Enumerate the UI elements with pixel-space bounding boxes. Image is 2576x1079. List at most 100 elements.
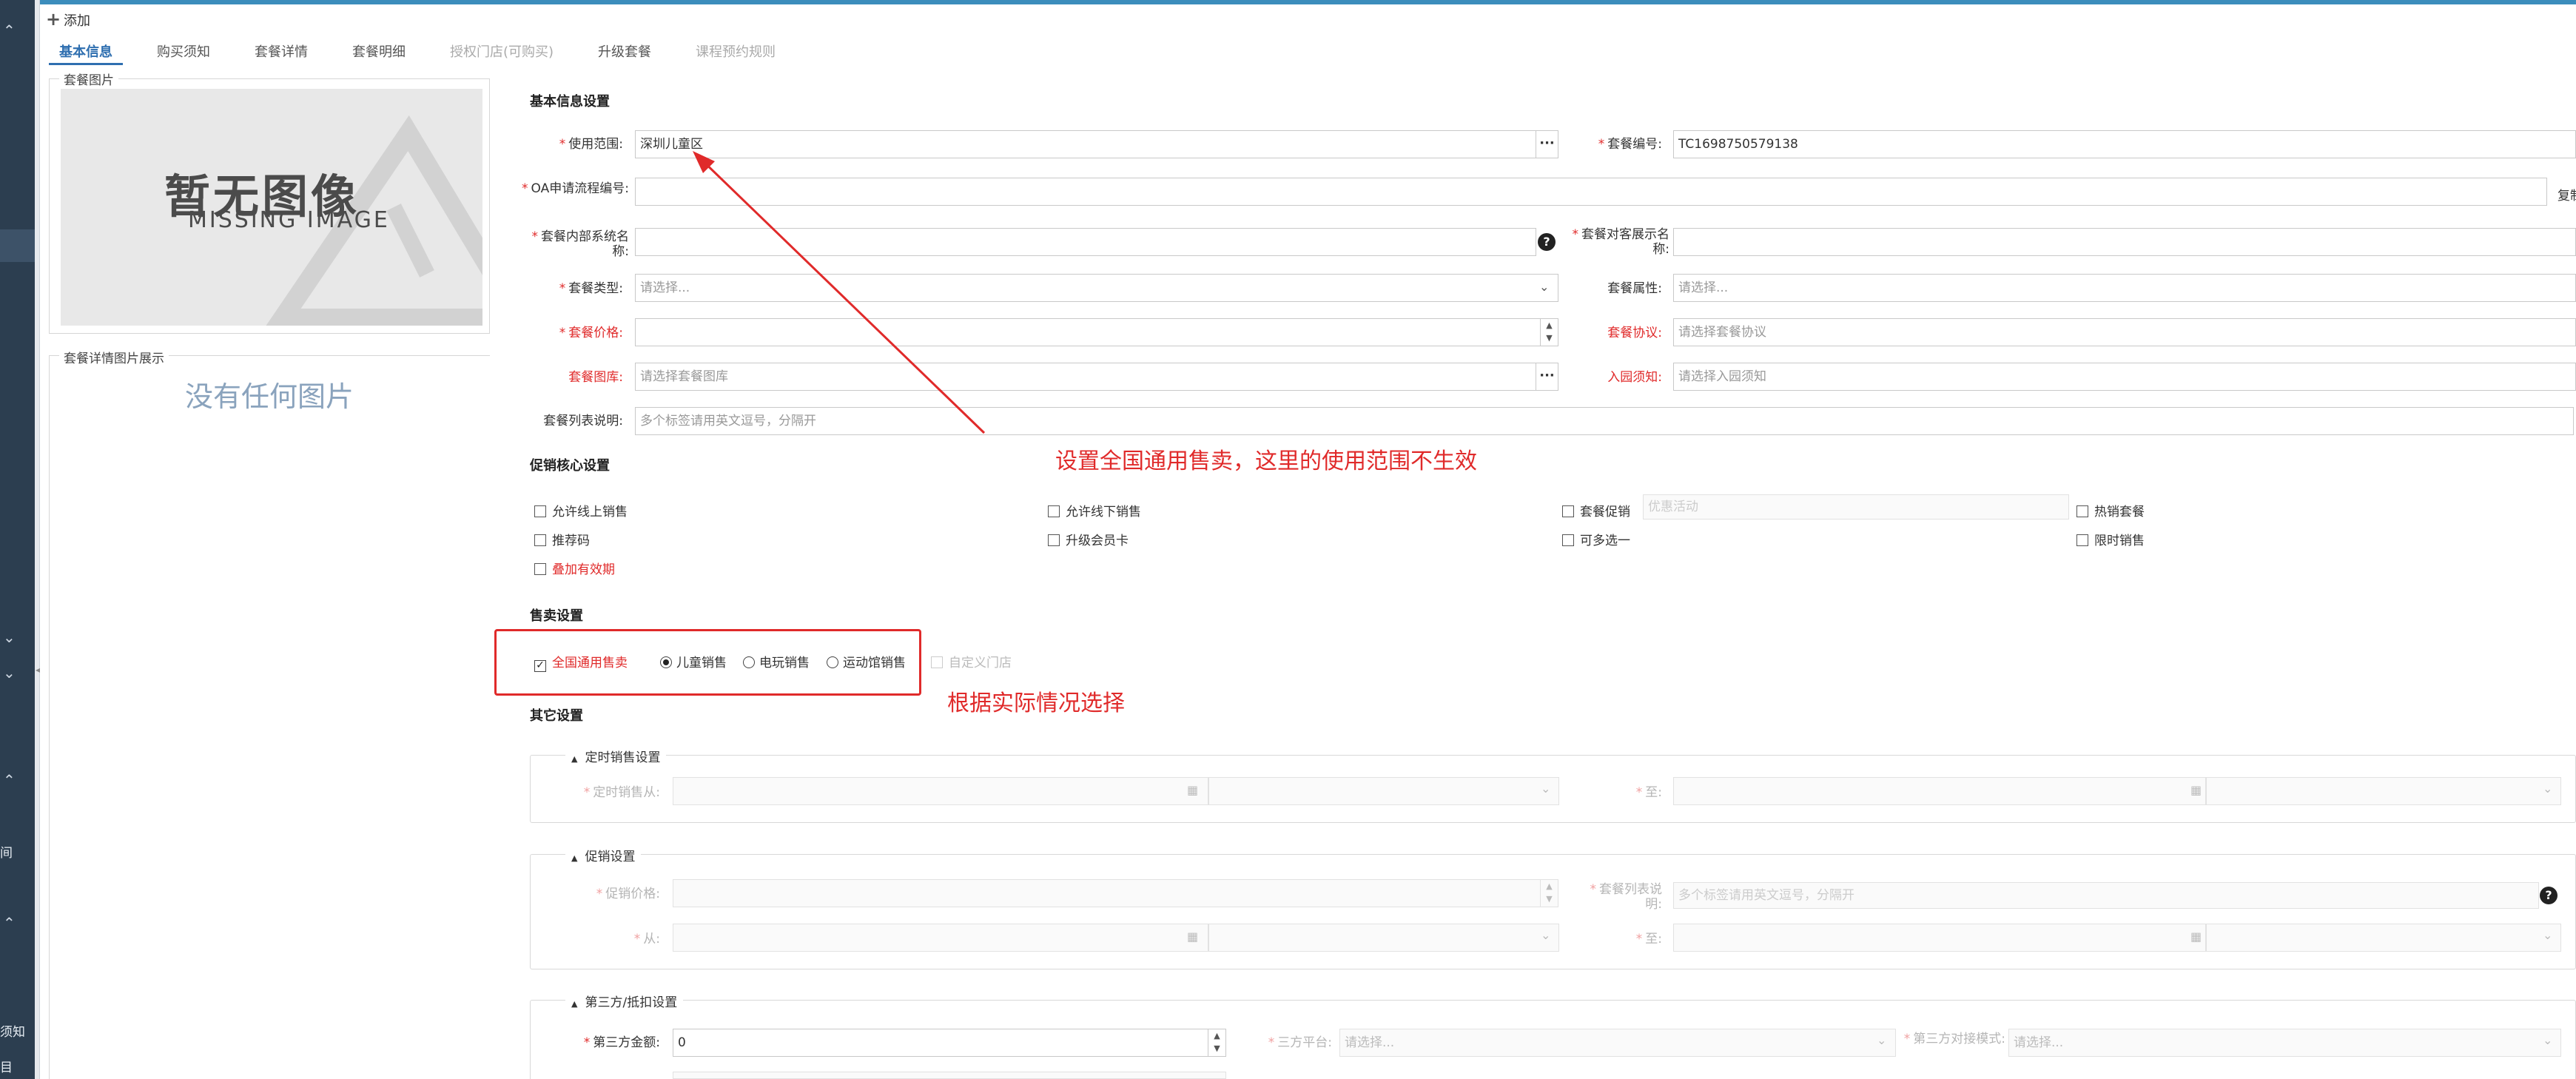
plus-icon: + [46,9,61,30]
chevron-down-icon[interactable]: ⌄ [1541,928,1550,942]
third-mode-label: * 第三方对接模式: [1903,1032,2005,1046]
tab-upgrade-package[interactable]: 升级套餐 [588,40,662,65]
package-image-label: 套餐图片 [59,70,118,88]
chevron-down-icon[interactable]: ⌄ [3,665,16,680]
tab-purchase-notice[interactable]: 购买须知 [147,40,221,65]
help-icon[interactable]: ? [2540,887,2557,904]
promo-core-title: 促销核心设置 [530,458,610,474]
chevron-up-icon[interactable]: ⌃ [3,915,16,930]
third-platform-select[interactable]: 请选择... [1339,1029,1896,1057]
third-amount-label: * 第三方金额: [583,1035,660,1050]
calendar-icon[interactable]: ▦ [1187,783,1198,797]
checkbox-package-promo[interactable]: 套餐促销 [1562,501,1630,520]
timed-from-label: * 定时销售从: [583,785,660,800]
attr-select[interactable]: 请选择... [1673,274,2576,302]
rail-text[interactable]: 间 [0,842,13,861]
checkbox-stack-validity[interactable]: 叠加有效期 [534,559,615,577]
radio-sports-sale[interactable]: 运动馆销售 [827,652,906,670]
annotation-note-choose: 根据实际情况选择 [947,690,1125,716]
scope-more-button[interactable]: ··· [1536,130,1558,158]
timed-to-date[interactable] [1673,777,2206,805]
agreement-select[interactable]: 请选择套餐协议 [1673,318,2576,346]
sales-settings-title: 售卖设置 [530,608,583,624]
radio-kids-sale[interactable]: 儿童销售 [660,652,727,670]
checkbox-upgrade-card[interactable]: 升级会员卡 [1048,530,1129,548]
panel-splitter[interactable]: ◂ [35,0,40,1079]
display-name-input[interactable] [1673,228,2576,256]
library-more-button[interactable]: ··· [1536,363,1558,391]
price-spinner[interactable]: ▲ ▼ [1541,318,1558,346]
calendar-icon[interactable]: ▦ [2190,930,2202,944]
promo-to-date[interactable] [1673,924,2206,952]
next-row-input[interactable] [673,1072,1226,1079]
scope-label: * 使用范围: [559,137,623,152]
calendar-icon[interactable]: ▦ [1187,930,1198,944]
tab-package-items[interactable]: 套餐明细 [342,40,416,65]
promo-from-date[interactable] [673,924,1208,952]
tab-bar: 基本信息 购买须知 套餐详情 套餐明细 授权门店(可购买) 升级套餐 课程预约规… [49,40,810,65]
third-mode-select[interactable]: 请选择... [2008,1029,2561,1057]
checkbox-choose-one[interactable]: 可多选一 [1562,530,1630,548]
notice-select[interactable]: 请选择入园须知 [1673,363,2576,391]
third-amount-input[interactable]: 0 [673,1029,1208,1057]
promo-settings-legend[interactable]: ▲ 促销设置 [565,846,642,864]
chevron-down-icon[interactable]: ⌄ [2543,1033,2552,1047]
calendar-icon[interactable]: ▦ [2190,783,2202,797]
promo-price-spinner[interactable]: ▲ ▼ [1541,879,1558,907]
add-header[interactable]: + 添加 [46,9,90,31]
chevron-down-icon[interactable]: ⌄ [2543,781,2552,796]
code-label: * 套餐编号: [1598,137,1662,152]
promo-price-input[interactable] [673,879,1541,907]
rail-text[interactable]: 须知 [0,1021,25,1040]
timed-from-time[interactable] [1208,777,1559,805]
promo-activity-input[interactable]: 优惠活动 [1643,494,2069,520]
tab-booking-rules[interactable]: 课程预约规则 [685,40,786,65]
oa-label: * OA申请流程编号: [522,181,629,196]
checkbox-hot-sale[interactable]: 热销套餐 [2076,501,2145,520]
missing-image-caption: MISSING IMAGE [188,207,390,233]
add-label: 添加 [64,13,90,29]
chevron-down-icon[interactable]: ⌄ [3,630,16,645]
tab-basic-info[interactable]: 基本信息 [49,40,123,65]
internal-name-label: * 套餐内部系统名称: [531,229,630,259]
radio-arcade-sale[interactable]: 电玩销售 [743,652,810,670]
chevron-down-icon[interactable]: ⌄ [1541,781,1550,796]
timed-sale-legend[interactable]: ▲ 定时销售设置 [565,747,667,765]
notice-label: 入园须知: [1607,370,1662,385]
chevron-down-icon[interactable]: ⌄ [2543,928,2552,942]
checkbox-custom-store[interactable]: 自定义门店 [931,652,1012,670]
missing-image-placeholder: 暂无图像 MISSING IMAGE [61,89,482,326]
chevron-up-icon[interactable]: ⌃ [3,23,16,38]
promo-list-desc-label: * 套餐列表说明: [1590,882,1663,912]
left-nav-rail: ⌃ ⌄ ⌄ ⌃ 间 ⌃ 须知 目 [0,0,35,1079]
promo-from-time[interactable] [1208,924,1559,952]
checkbox-online-sale[interactable]: 允许线上销售 [534,501,628,520]
list-desc-label: 套餐列表说明: [543,414,623,428]
checkbox-referral-code[interactable]: 推荐码 [534,530,590,548]
timed-from-date[interactable] [673,777,1208,805]
chevron-down-icon[interactable]: ⌄ [1539,280,1549,294]
basic-info-title: 基本信息设置 [530,94,610,110]
checkbox-limited-sale[interactable]: 限时销售 [2076,530,2145,548]
rail-text[interactable]: 目 [0,1057,13,1075]
checkbox-offline-sale[interactable]: 允许线下销售 [1048,501,1141,520]
rail-selected-item[interactable] [0,229,35,262]
collapse-handle-icon[interactable]: ◂ [36,665,40,679]
price-label: * 套餐价格: [559,326,623,340]
chevron-down-icon[interactable]: ⌄ [1877,1033,1886,1047]
code-input[interactable]: TC1698750579138 [1673,130,2576,158]
third-party-legend[interactable]: ▲ 第三方/抵扣设置 [565,992,684,1010]
promo-to-time[interactable] [2206,924,2561,952]
copy-button[interactable]: 复制 [2557,185,2576,204]
checkbox-national-sale[interactable]: ✓ 全国通用售卖 [534,652,628,672]
tab-authorized-stores[interactable]: 授权门店(可购买) [440,40,564,65]
third-amount-spinner[interactable]: ▲ ▼ [1208,1029,1226,1057]
promo-list-desc-input[interactable]: 多个标签请用英文逗号，分隔开 [1673,882,2539,909]
timed-to-time[interactable] [2206,777,2561,805]
tab-package-detail[interactable]: 套餐详情 [244,40,318,65]
display-name-label: * 套餐对客展示名称: [1572,227,1670,257]
detail-images-group [49,355,490,1079]
help-icon[interactable]: ? [1538,233,1556,251]
chevron-up-icon[interactable]: ⌃ [3,773,16,787]
collapse-triangle-icon: ▲ [571,853,578,863]
